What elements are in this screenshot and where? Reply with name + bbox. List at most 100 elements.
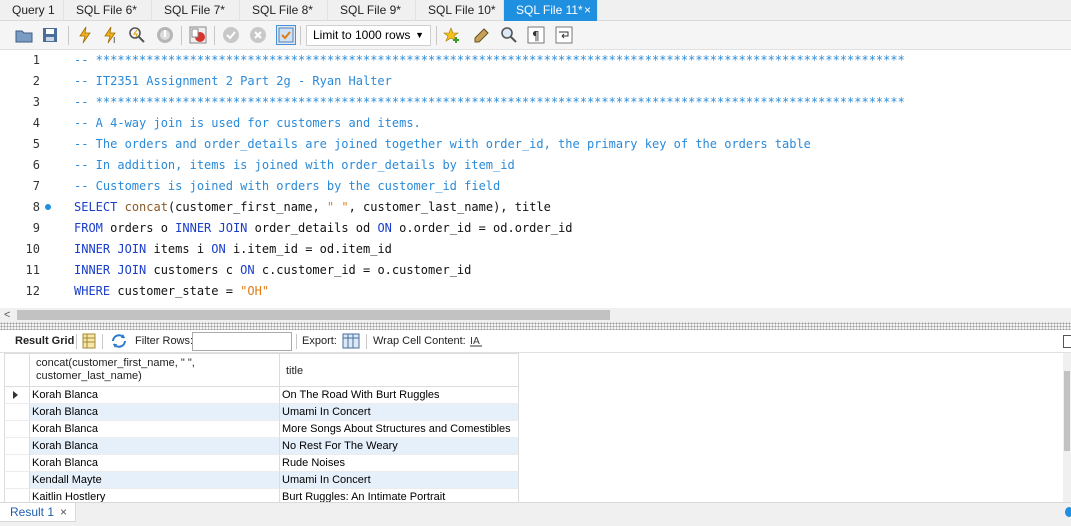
- table-row[interactable]: Kaitlin Hostlery Burt Ruggles: An Intima…: [4, 489, 519, 502]
- refresh-icon[interactable]: [110, 333, 128, 352]
- sql-editor[interactable]: 1 2 3 4 5 6 7 8 9 10 11 12 -- **********…: [0, 50, 1071, 308]
- line-number: 2: [32, 74, 40, 88]
- line-number: 7: [32, 179, 40, 193]
- tab-close-icon[interactable]: ×: [584, 0, 591, 20]
- side-panel-toggle[interactable]: [1063, 335, 1071, 348]
- line-number-gutter: 1 2 3 4 5 6 7 8 9 10 11 12: [0, 50, 66, 308]
- cell-title[interactable]: Umami In Concert: [280, 472, 519, 489]
- grid-view-icon[interactable]: [82, 333, 96, 352]
- stop-icon[interactable]: [155, 25, 175, 45]
- code-text: order_details od: [247, 221, 378, 235]
- result-grid-label[interactable]: Result Grid: [15, 335, 74, 347]
- beautify-icon[interactable]: [472, 25, 492, 45]
- wrap-icon[interactable]: [554, 25, 574, 45]
- line-number: 11: [25, 263, 40, 277]
- table-row[interactable]: Korah Blanca No Rest For The Weary: [4, 438, 519, 455]
- execute-current-icon[interactable]: I: [101, 25, 121, 45]
- editor-tab-bar: Query 1 SQL File 6* SQL File 7* SQL File…: [0, 0, 1071, 21]
- cell-name[interactable]: Kaitlin Hostlery: [30, 489, 280, 502]
- cell-name[interactable]: Korah Blanca: [30, 387, 280, 404]
- keyword: SELECT: [74, 200, 118, 214]
- scrollbar-thumb[interactable]: [17, 310, 610, 320]
- tab-result-1[interactable]: Result 1 ×: [0, 503, 76, 522]
- open-folder-icon[interactable]: [14, 25, 34, 45]
- column-header-title[interactable]: title: [280, 353, 519, 387]
- status-indicator-icon: [1065, 507, 1071, 517]
- tab-sql-file-8[interactable]: SQL File 8*: [240, 0, 328, 21]
- row-selector-header[interactable]: [4, 353, 30, 387]
- close-icon[interactable]: ×: [60, 503, 67, 521]
- tab-query-1[interactable]: Query 1: [0, 0, 64, 21]
- cell-name[interactable]: Kendall Mayte: [30, 472, 280, 489]
- limit-rows-select[interactable]: Limit to 1000 rows ▼: [306, 25, 431, 46]
- grid-vertical-scrollbar[interactable]: [1063, 353, 1071, 502]
- code-area[interactable]: -- *************************************…: [74, 50, 1071, 308]
- cell-name[interactable]: Korah Blanca: [30, 404, 280, 421]
- cell-name[interactable]: Korah Blanca: [30, 421, 280, 438]
- limit-rows-value: Limit to 1000 rows: [313, 28, 411, 42]
- line-number: 9: [32, 221, 40, 235]
- row-selector[interactable]: [4, 489, 30, 502]
- keyword: ON: [377, 221, 392, 235]
- execute-icon[interactable]: [75, 25, 95, 45]
- editor-horizontal-scrollbar[interactable]: <: [0, 308, 1071, 322]
- tab-label: SQL File 11*: [516, 3, 583, 17]
- find-icon[interactable]: [499, 25, 519, 45]
- cell-title[interactable]: More Songs About Structures and Comestib…: [280, 421, 519, 438]
- tab-sql-file-10[interactable]: SQL File 10*: [416, 0, 504, 21]
- tab-label: SQL File 6*: [76, 3, 137, 17]
- scrollbar-thumb[interactable]: [1064, 371, 1070, 451]
- code-text: items i: [146, 242, 212, 256]
- autocommit-icon[interactable]: [276, 25, 296, 45]
- tab-sql-file-6[interactable]: SQL File 6*: [64, 0, 152, 21]
- cell-name[interactable]: Korah Blanca: [30, 438, 280, 455]
- code-line: FROM orders o INNER JOIN order_details o…: [74, 218, 573, 239]
- tab-sql-file-9[interactable]: SQL File 9*: [328, 0, 416, 21]
- row-selector[interactable]: [4, 455, 30, 472]
- table-row[interactable]: Korah Blanca On The Road With Burt Ruggl…: [4, 387, 519, 404]
- row-selector[interactable]: [4, 404, 30, 421]
- panel-splitter[interactable]: [0, 322, 1071, 330]
- keyword: ON: [240, 263, 255, 277]
- string-literal: "OH": [240, 284, 270, 298]
- cell-name[interactable]: Korah Blanca: [30, 455, 280, 472]
- table-row[interactable]: Korah Blanca Rude Noises: [4, 455, 519, 472]
- tab-label: SQL File 9*: [340, 3, 401, 17]
- column-header-concat[interactable]: concat(customer_first_name, " ", customer…: [30, 353, 280, 387]
- table-row[interactable]: Korah Blanca More Songs About Structures…: [4, 421, 519, 438]
- row-selector[interactable]: [4, 438, 30, 455]
- tab-sql-file-7[interactable]: SQL File 7*: [152, 0, 240, 21]
- code-line: -- *************************************…: [74, 53, 905, 67]
- cell-title[interactable]: Rude Noises: [280, 455, 519, 472]
- code-line: SELECT concat(customer_first_name, " ", …: [74, 197, 551, 218]
- table-row[interactable]: Korah Blanca Umami In Concert: [4, 404, 519, 421]
- code-text: , customer_last_name), title: [348, 200, 551, 214]
- scroll-left-icon[interactable]: <: [4, 308, 10, 322]
- code-line: INNER JOIN items i ON i.item_id = od.ite…: [74, 239, 392, 260]
- table-row[interactable]: Kendall Mayte Umami In Concert: [4, 472, 519, 489]
- invisible-chars-icon[interactable]: ¶: [526, 25, 546, 45]
- toggle-error-icon[interactable]: [188, 25, 208, 45]
- wrap-cell-content-icon[interactable]: IA: [469, 334, 483, 351]
- row-selector[interactable]: [4, 387, 30, 404]
- row-selector[interactable]: [4, 421, 30, 438]
- add-snippet-icon[interactable]: [442, 25, 462, 45]
- export-icon[interactable]: [342, 333, 360, 352]
- cell-title[interactable]: On The Road With Burt Ruggles: [280, 387, 519, 404]
- commit-icon[interactable]: [221, 25, 241, 45]
- line-number: 12: [25, 284, 40, 298]
- code-line: -- IT2351 Assignment 2 Part 2g - Ryan Ha…: [74, 74, 392, 88]
- cell-title[interactable]: No Rest For The Weary: [280, 438, 519, 455]
- result-toolbar: Result Grid Filter Rows: Export: Wrap Ce…: [0, 330, 1071, 353]
- tab-sql-file-11[interactable]: SQL File 11* ×: [504, 0, 598, 21]
- rollback-icon[interactable]: [248, 25, 268, 45]
- save-icon[interactable]: [40, 25, 60, 45]
- svg-text:IA: IA: [470, 336, 480, 347]
- tab-label: SQL File 7*: [164, 3, 225, 17]
- result-tab-bar: Result 1 ×: [0, 502, 1071, 526]
- row-selector[interactable]: [4, 472, 30, 489]
- cell-title[interactable]: Umami In Concert: [280, 404, 519, 421]
- filter-rows-input[interactable]: [192, 332, 292, 351]
- cell-title[interactable]: Burt Ruggles: An Intimate Portrait: [280, 489, 519, 502]
- explain-icon[interactable]: [127, 25, 147, 45]
